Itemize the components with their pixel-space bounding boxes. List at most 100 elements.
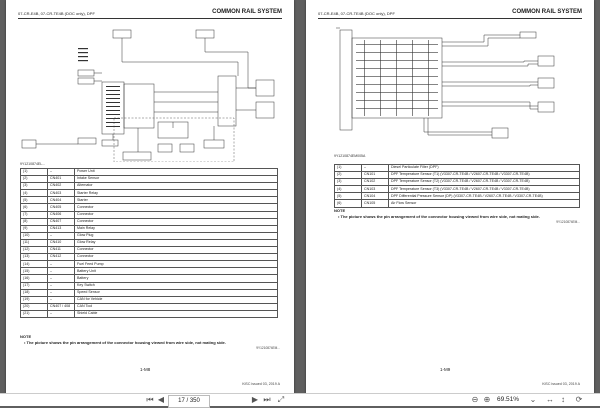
legend-row: (3) CN102 DPF Temperature Sensor (T2) (V33… (334, 178, 580, 187)
legend-description: Connector (74, 246, 278, 255)
legend-item-number: (19) (20, 295, 48, 304)
legend-item-number: (9) (20, 224, 48, 233)
legend-connector-code: CN401 (47, 175, 75, 184)
legend-connector-code: CN407 / 408 (47, 302, 75, 311)
legend-description: Connector (74, 210, 278, 219)
legend-item-number: (11) (20, 238, 48, 248)
legend-item-number: (2) (334, 171, 362, 180)
legend-connector-code: – (47, 267, 75, 276)
legend-connector-code: – (47, 260, 75, 269)
legend-table-left: (1) – Power Unit (2) CN401 Intake Sensor (3) CN… (20, 167, 278, 318)
legend-description: Diesel Particulate Filter (DPF) (388, 163, 580, 173)
legend-row: (2) CN401 Intake Sensor (20, 175, 278, 184)
next-page-icon[interactable]: ▶ (250, 395, 260, 405)
legend-connector-code: – (47, 281, 75, 290)
first-page-icon[interactable]: ⏮ (145, 395, 155, 405)
legend-connector-code: – (47, 231, 75, 240)
legend-item-number: (15) (20, 267, 48, 276)
legend-row: (5) CN404 Starter (20, 196, 278, 205)
legend-row: (20) CN407 / 408 CAN Tool (20, 302, 278, 311)
legend-item-number: (7) (20, 210, 48, 219)
legend-row: (11) CN410 Glow Relay (20, 238, 278, 248)
legend-item-number: (8) (20, 217, 48, 226)
legend-item-number: (10) (20, 231, 48, 240)
legend-description: Starter Relay (74, 189, 278, 198)
legend-description: Connector (74, 253, 278, 262)
legend-connector-code: CN101 (361, 171, 389, 180)
fit-height-icon[interactable]: ↕ (558, 395, 568, 405)
legend-row: (4) CN403 Starter Relay (20, 189, 278, 198)
legend-item-number: (14) (20, 260, 48, 269)
legend-row: (2) CN101 DPF Temperature Sensor (T1) (V33… (334, 171, 580, 180)
legend-row: (14) – Fuel Feed Pump (20, 260, 278, 269)
legend-connector-code: – (47, 288, 75, 297)
legend-description: Glow Relay (74, 238, 278, 248)
page-header-model: 07-CR-E4B, 07-CR-TE4B (DOC only), DPF (18, 11, 95, 16)
note-text: • The picture shows the pin arrangement … (24, 340, 226, 345)
legend-row: (21) – Shield Cable (20, 309, 278, 318)
legend-item-number: (4) (20, 189, 48, 198)
page-header-section: COMMON RAIL SYSTEM (512, 9, 582, 15)
legend-row: (10) – Glow Plug (20, 231, 278, 240)
wiring-diagram-left (21, 29, 275, 162)
legend-row: (4) CN103 DPF Temperature Sensor (T3) (V33… (334, 185, 580, 194)
page-number: 1-M9 (440, 367, 451, 372)
legend-connector-code: – (47, 309, 75, 318)
legend-connector-code: CN412 (47, 253, 75, 262)
legend-row: (3) CN402 Alternator (20, 182, 278, 191)
legend-item-number: (12) (20, 246, 48, 255)
legend-item-number: (18) (20, 288, 48, 297)
legend-connector-code: – (47, 167, 75, 177)
legend-row: (5) CN104 DPF Differential Pressure Sensor… (334, 192, 580, 201)
legend-connector-code: CN411 (47, 246, 75, 255)
legend-item-number: (2) (20, 175, 48, 184)
legend-row: (12) CN411 Connector (20, 246, 278, 255)
zoom-in-icon[interactable]: ⊕ (482, 395, 492, 405)
legend-description: CAN for Vehicle (74, 295, 278, 304)
legend-connector-code: CN103 (361, 185, 389, 194)
legend-description: Connector (74, 203, 278, 212)
legend-connector-code: CN405 (47, 203, 75, 212)
legend-connector-code: CN402 (47, 182, 75, 191)
legend-connector-code: CN407 (47, 217, 75, 226)
legend-item-number: (1) (334, 163, 362, 173)
zoom-out-icon[interactable]: ⊖ (470, 395, 480, 405)
legend-row: (8) CN407 Connector (20, 217, 278, 226)
page-header-section: COMMON RAIL SYSTEM (212, 9, 282, 15)
zoom-menu-chevron-icon[interactable]: ⌄ (528, 395, 538, 405)
page-number: 1-M8 (140, 367, 151, 372)
legend-connector-code: – (47, 295, 75, 304)
legend-row: (17) – Key Switch (20, 281, 278, 290)
legend-description: DPF Temperature Sensor (T3) (V3307-CR-TE… (388, 185, 580, 194)
viewer-toolbar: ⏮ ◀ ▶ ⏭ ⤢ ⊖ ⊕ 69.51% ⌄ ↔ ↕ ⟳ (0, 393, 600, 408)
legend-connector-code: CN105 (361, 199, 389, 208)
legend-description: Air Flow Sensor (388, 199, 580, 208)
fit-page-icon[interactable]: ⤢ (276, 395, 286, 405)
figure-id: 9Y1210874EM005A (334, 154, 366, 158)
legend-description: CAN Tool (74, 302, 278, 311)
legend-description: DPF Temperature Sensor (T1) (V3307-CR-TE… (388, 171, 580, 180)
previous-page-icon[interactable]: ◀ (156, 395, 166, 405)
legend-connector-code: CN410 (47, 238, 75, 248)
legend-description: Battery Unit (74, 267, 278, 276)
legend-description: Main Relay (74, 224, 278, 233)
legend-row: (7) CN406 Connector (20, 210, 278, 219)
rotate-icon[interactable]: ⟳ (574, 395, 584, 405)
legend-row: (19) – CAN for Vehicle (20, 295, 278, 304)
fit-width-icon[interactable]: ↔ (545, 395, 555, 405)
page-number-input[interactable] (168, 395, 210, 408)
legend-connector-code: CN413 (47, 224, 75, 233)
legend-description: Key Switch (74, 281, 278, 290)
legend-item-number: (16) (20, 274, 48, 283)
header-rule (318, 18, 582, 19)
last-page-icon[interactable]: ⏭ (262, 395, 272, 405)
page-footer: KiSC issued 03, 2019 A (242, 382, 280, 386)
legend-row: (1) – Power Unit (20, 167, 278, 177)
figure-id: 9Y1210874EL... (20, 162, 46, 166)
legend-row: (15) – Battery Unit (20, 267, 278, 276)
legend-description: Battery (74, 274, 278, 283)
legend-row: (6) CN105 Air Flow Sensor (334, 199, 580, 208)
legend-item-number: (1) (20, 167, 48, 177)
legend-connector-code: – (361, 163, 389, 173)
legend-item-number: (5) (334, 192, 362, 201)
